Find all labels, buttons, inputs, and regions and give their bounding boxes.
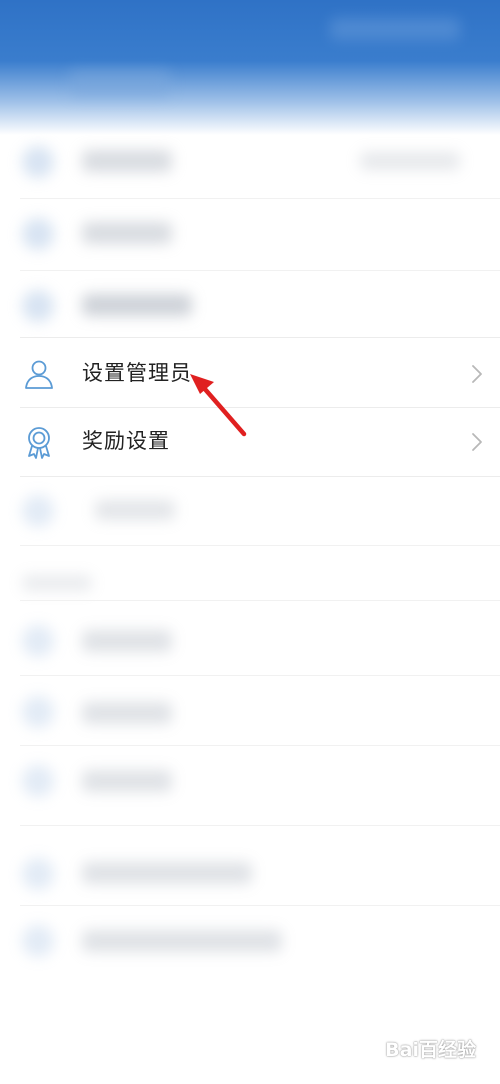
watermark-text: Bai百经验 (385, 1039, 476, 1061)
app-header-blurred (0, 0, 500, 135)
settings-screen: 设置管理员 奖励设置 Bai百经验 (0, 0, 500, 1084)
person-icon (25, 360, 53, 389)
watermark: Bai百经验 (385, 1035, 476, 1062)
settings-item-set-admin[interactable]: 设置管理员 (0, 340, 500, 408)
settings-item-label: 设置管理员 (82, 361, 192, 385)
chevron-right-icon (472, 433, 482, 451)
blurred-section-header (22, 575, 92, 591)
chevron-right-icon (472, 365, 482, 383)
award-ribbon-icon (28, 427, 50, 459)
red-arrow-pointer (190, 374, 247, 437)
divider (20, 476, 500, 477)
settings-item-reward-settings[interactable]: 奖励设置 (0, 408, 500, 476)
settings-item-label: 奖励设置 (82, 429, 170, 453)
divider (20, 337, 500, 338)
